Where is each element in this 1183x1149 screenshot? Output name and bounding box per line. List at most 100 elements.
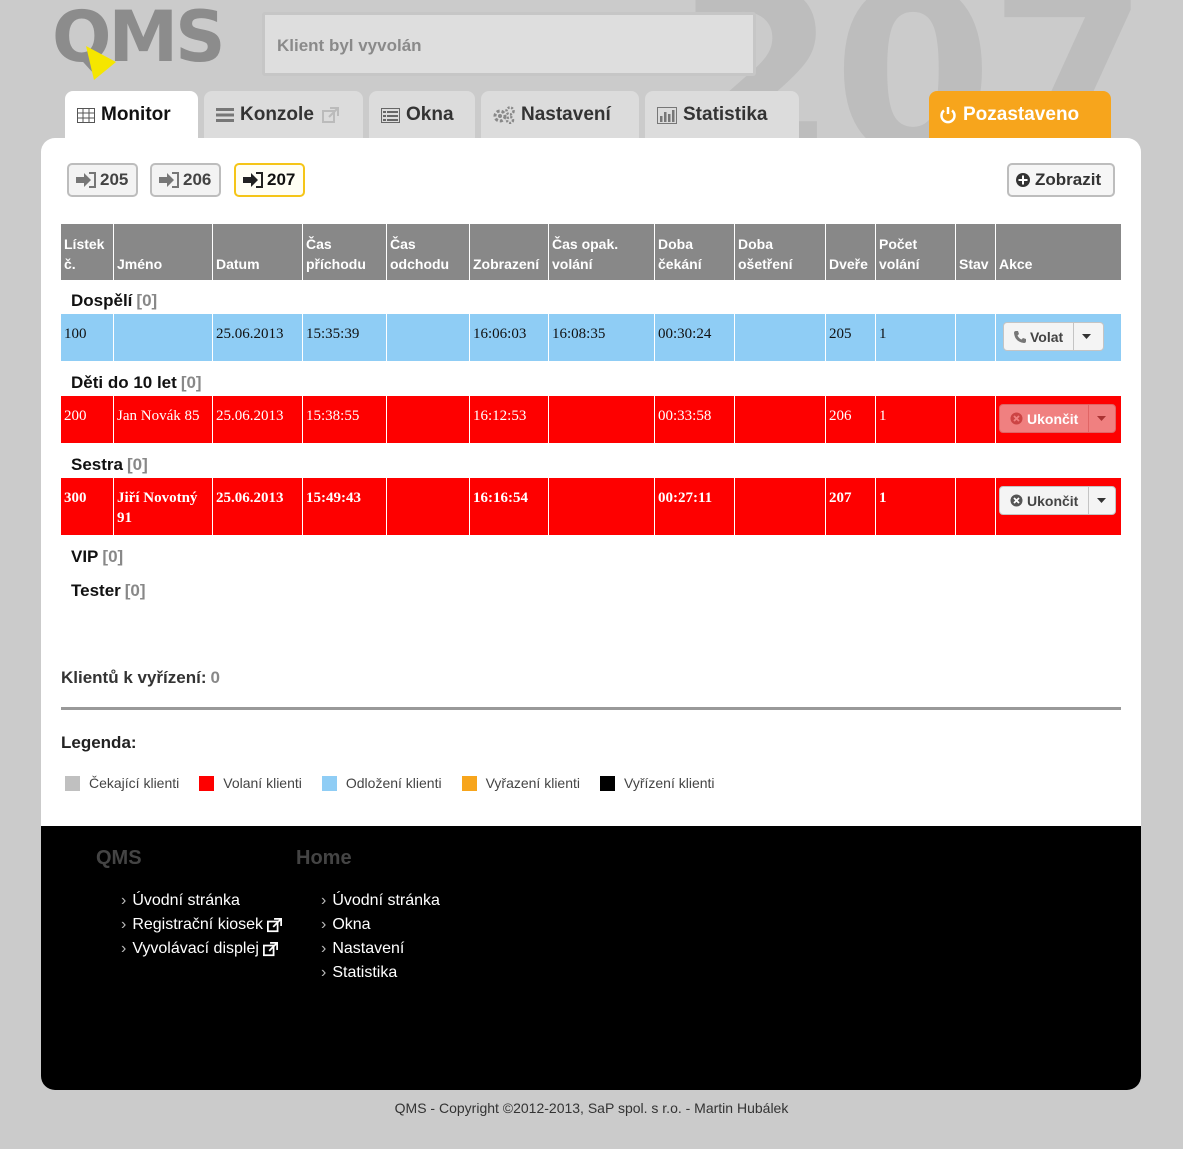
column-header: Čas opak. volání (549, 224, 655, 280)
gears-icon (493, 106, 515, 124)
finish-button-main[interactable]: Ukončit (1000, 487, 1090, 514)
cell-treatment (735, 314, 826, 361)
footer-link-home[interactable]: › Úvodní stránka (121, 892, 240, 910)
tab-statistika[interactable]: Statistika (645, 91, 799, 139)
bar-chart-icon (657, 106, 677, 124)
table-row[interactable]: 100 25.06.2013 15:35:39 16:06:03 16:08:3… (61, 314, 1121, 361)
footer-link-okna[interactable]: › Okna (321, 916, 371, 934)
column-header: Doba ošetření (735, 224, 826, 280)
group-name: Tester (71, 581, 121, 600)
group-title-tester: Tester [0] (71, 581, 146, 601)
cell-departure (387, 396, 470, 443)
cell-shown: 16:12:53 (470, 396, 549, 443)
qms-logo[interactable]: QMS (52, 2, 242, 80)
call-button[interactable]: Volat (1003, 322, 1104, 351)
remove-circle-icon (1010, 412, 1023, 425)
clients-pending: Klientů k vyřízení: 0 (61, 668, 220, 688)
cell-date: 25.06.2013 (213, 314, 303, 361)
chevron-right-icon: › (321, 964, 327, 981)
footer (41, 826, 1141, 1090)
cell-departure (387, 314, 470, 361)
cell-recall: 16:08:35 (549, 314, 655, 361)
tab-label: Okna (406, 104, 454, 125)
finish-dropdown-toggle[interactable] (1089, 405, 1113, 432)
tab-konzole[interactable]: Konzole (204, 91, 363, 139)
finish-button-main[interactable]: Ukončit (1000, 405, 1090, 432)
footer-title-qms: QMS (96, 847, 142, 869)
legend-label: Volaní klienti (223, 775, 302, 791)
cell-departure (387, 478, 470, 535)
call-dropdown-toggle[interactable] (1074, 323, 1098, 350)
footer-link-label: Nastavení (332, 940, 405, 957)
external-link-icon (321, 106, 339, 124)
group-name: Sestra (71, 455, 123, 474)
chevron-right-icon: › (321, 940, 327, 957)
finish-dropdown-toggle[interactable] (1089, 487, 1113, 514)
footer-link-label: Úvodní stránka (132, 892, 240, 909)
sign-in-icon (243, 172, 263, 188)
clients-pending-value: 0 (210, 668, 220, 687)
legend: Čekající klienti Volaní klienti Odložení… (65, 775, 735, 791)
external-link-icon (262, 941, 278, 956)
table-row[interactable]: 200 Jan Novák 85 25.06.2013 15:38:55 16:… (61, 396, 1121, 443)
tab-nastaveni[interactable]: Nastavení (481, 91, 639, 139)
footer-link-label: Vyvolávací displej (132, 940, 259, 957)
legend-title: Legenda: (61, 733, 137, 752)
chevron-right-icon: › (121, 892, 127, 909)
chevron-right-icon: › (121, 940, 127, 957)
finish-button[interactable]: Ukončit (999, 486, 1116, 515)
window-button-207[interactable]: 207 (234, 163, 305, 197)
list-icon (216, 108, 234, 122)
cell-action: Ukončit (996, 396, 1121, 443)
finish-button[interactable]: Ukončit (999, 404, 1116, 433)
pause-button[interactable]: Pozastaveno (929, 91, 1111, 139)
group-title-vip: VIP [0] (71, 547, 123, 567)
tab-monitor[interactable]: Monitor (65, 91, 198, 139)
cell-door: 207 (826, 478, 876, 535)
cell-door: 205 (826, 314, 876, 361)
legend-label: Vyřízení klienti (624, 775, 715, 791)
legend-item-postponed: Odložení klienti (321, 775, 442, 791)
group-title-sestra: Sestra [0] (71, 455, 148, 475)
group-name: VIP (71, 547, 99, 566)
sign-in-icon (76, 172, 96, 188)
column-header: Čas odchodu (387, 224, 470, 280)
phone-icon (1014, 330, 1026, 343)
cell-action: Volat (996, 314, 1121, 361)
table-header: Lístek č. Jméno Datum Čas příchodu Čas o… (61, 224, 1121, 280)
column-header: Dveře (826, 224, 876, 280)
logo-arrow-icon (86, 46, 116, 80)
group-name: Dospělí (71, 291, 133, 310)
group-title-dospeli: Dospělí [0] (71, 291, 157, 311)
cell-state (956, 314, 996, 361)
cell-arrival: 15:38:55 (303, 396, 387, 443)
legend-item-done: Vyřízení klienti (600, 775, 715, 791)
footer-link-nastaveni[interactable]: › Nastavení (321, 940, 404, 958)
cell-calls: 1 (876, 478, 956, 535)
sign-in-icon (159, 172, 179, 188)
table-row[interactable]: 300 Jiří Novotný 91 25.06.2013 15:49:43 … (61, 478, 1121, 535)
window-button-label: 206 (183, 170, 212, 189)
tab-label: Nastavení (521, 104, 611, 125)
divider (61, 707, 1121, 710)
call-button-label: Volat (1030, 328, 1064, 345)
plus-circle-icon (1016, 173, 1030, 187)
tab-okna[interactable]: Okna (369, 91, 475, 139)
window-button-205[interactable]: 205 (67, 163, 138, 197)
column-header: Zobrazení (470, 224, 549, 280)
footer-link-home-2[interactable]: › Úvodní stránka (321, 892, 440, 910)
show-button[interactable]: Zobrazit (1007, 163, 1115, 197)
legend-swatch (321, 775, 337, 791)
footer-link-display[interactable]: › Vyvolávací displej (121, 940, 278, 958)
footer-link-statistika[interactable]: › Statistika (321, 964, 397, 982)
call-button-main[interactable]: Volat (1004, 323, 1075, 350)
window-button-206[interactable]: 206 (150, 163, 221, 197)
cell-ticket: 200 (61, 396, 114, 443)
remove-circle-icon (1010, 494, 1023, 507)
footer-title-home: Home (296, 847, 352, 869)
tab-label: Statistika (683, 104, 768, 125)
footer-link-kiosk[interactable]: › Registrační kiosek (121, 916, 283, 934)
cell-calls: 1 (876, 396, 956, 443)
caret-down-icon (1096, 416, 1106, 421)
pause-label: Pozastaveno (963, 104, 1080, 125)
